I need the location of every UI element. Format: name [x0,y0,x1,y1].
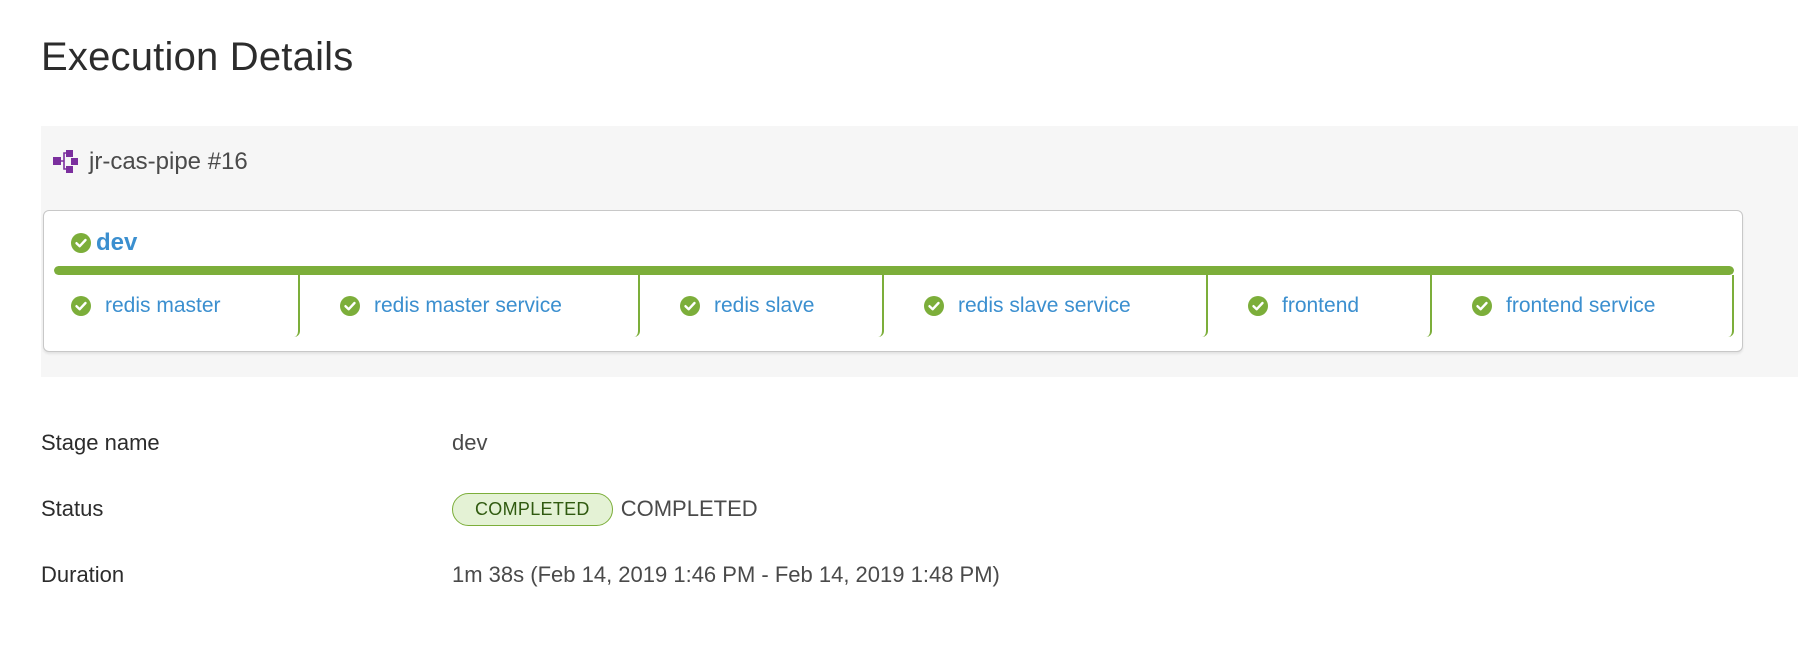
task-redis-slave-service[interactable]: redis slave service [884,275,1208,337]
task-label[interactable]: redis master [105,294,221,318]
task-label[interactable]: redis master service [374,294,562,318]
stage-card[interactable]: dev redis master redis master service re… [43,210,1743,352]
task-label[interactable]: frontend service [1506,294,1655,318]
task-redis-master-service[interactable]: redis master service [300,275,640,337]
task-label[interactable]: redis slave service [958,294,1131,318]
check-circle-icon [924,296,944,316]
duration-label: Duration [41,562,125,587]
pipeline-name: jr-cas-pipe #16 [89,148,248,175]
pipeline-panel: jr-cas-pipe #16 dev redis master redis m… [41,126,1798,377]
task-list: redis master redis master service redis … [54,275,1734,337]
check-circle-icon [680,296,700,316]
detail-row-duration: Duration 1m 38s (Feb 14, 2019 1:46 PM - … [41,542,1441,608]
status-label: Status [41,496,104,521]
detail-row-stage-name: Stage name dev [41,410,1441,476]
check-circle-icon [340,296,360,316]
task-frontend[interactable]: frontend [1208,275,1432,337]
pipeline-header: jr-cas-pipe #16 [53,148,248,176]
stage-progress-fill [54,266,1734,275]
execution-details: Stage name dev Status COMPLETED COMPLETE… [41,410,1441,608]
stage-progress-bar [54,266,1734,275]
check-circle-icon [1472,296,1492,316]
check-circle-icon [71,296,91,316]
task-label[interactable]: frontend [1282,294,1359,318]
duration-value: 1m 38s (Feb 14, 2019 1:46 PM - Feb 14, 2… [452,562,1000,587]
task-redis-master[interactable]: redis master [54,275,300,337]
stage-name-link[interactable]: dev [96,229,137,257]
status-value: COMPLETED [620,496,758,521]
task-frontend-service[interactable]: frontend service [1432,275,1734,337]
pipeline-icon [53,149,79,175]
check-circle-icon [1248,296,1268,316]
stage-name-label: Stage name [41,430,160,455]
status-badge: COMPLETED [452,492,613,526]
page-title: Execution Details [41,35,354,79]
stage-name-value: dev [452,430,488,455]
check-circle-icon [71,233,91,253]
task-redis-slave[interactable]: redis slave [640,275,884,337]
detail-row-status: Status COMPLETED COMPLETED [41,476,1441,542]
task-label[interactable]: redis slave [714,294,814,318]
status-value-group: COMPLETED COMPLETED [452,492,758,526]
stage-header[interactable]: dev [71,229,137,257]
